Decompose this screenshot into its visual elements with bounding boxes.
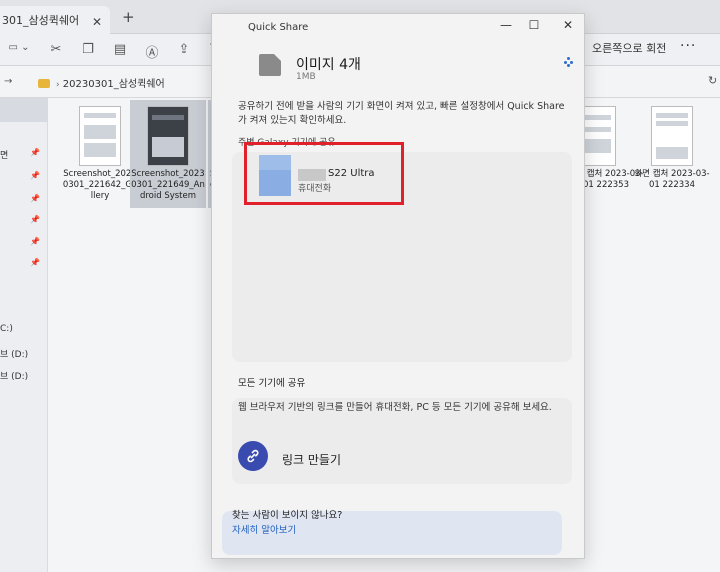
explorer-tab-title: 301_삼성퀵쉐어 — [2, 14, 80, 27]
explorer-tab[interactable]: 301_삼성퀵쉐어 ✕ — [0, 6, 110, 34]
file-item[interactable]: 화면 캡처 2023-03-01 222334 — [634, 100, 710, 208]
share-icon[interactable]: ⇪ — [176, 42, 192, 58]
copy-icon[interactable]: ❐ — [80, 42, 96, 58]
pin-icon: 📌 — [30, 258, 40, 267]
folder-icon — [38, 79, 50, 88]
nav-selected-item[interactable] — [0, 98, 48, 122]
image-thumbnail — [79, 106, 121, 166]
up-arrow-icon[interactable]: → — [4, 76, 12, 87]
refresh-icon[interactable]: ↻ — [708, 74, 717, 87]
help-question: 찾는 사람이 보이지 않나요? — [232, 510, 343, 521]
shared-file-name: 이미지 4개 — [296, 57, 361, 73]
tab-close-icon[interactable]: ✕ — [92, 15, 102, 29]
file-item[interactable]: Screenshot_20230301_221642_Gallery — [62, 100, 138, 208]
pin-icon: 📌 — [30, 215, 40, 224]
rotate-right-button[interactable]: 오른쪽으로 회전 — [592, 40, 666, 56]
minimize-button[interactable]: — — [498, 18, 514, 32]
file-name: 화면 캡처 2023-03-01 222334 — [634, 169, 710, 190]
close-button[interactable]: ✕ — [560, 18, 576, 32]
create-link-button[interactable] — [238, 441, 268, 471]
nav-drive-c[interactable]: C:) — [0, 324, 13, 334]
view-dropdown-icon[interactable]: ▭ ⌄ — [2, 42, 36, 58]
file-name: Screenshot_20230301_221649_Android Syste… — [131, 169, 205, 201]
window-title: Quick Share — [248, 22, 309, 33]
highlight-annotation — [244, 142, 404, 205]
file-icon — [259, 54, 281, 76]
pin-icon: 📌 — [30, 171, 40, 180]
quick-share-logo-icon — [564, 57, 574, 67]
quick-share-window: Quick Share — ☐ ✕ 이미지 4개 1MB 공유하기 전에 받을 … — [211, 13, 585, 559]
pin-icon: 📌 — [30, 194, 40, 203]
create-link-label[interactable]: 링크 만들기 — [282, 451, 341, 468]
rename-icon[interactable]: Ⓐ — [144, 42, 160, 61]
pin-icon: 📌 — [30, 148, 40, 157]
image-thumbnail — [651, 106, 693, 166]
instruction-text: 공유하기 전에 받을 사람의 기기 화면이 켜져 있고, 빠른 설정창에서 Qu… — [238, 101, 565, 126]
address-path[interactable]: → › 20230301_삼성퀵쉐어 — [4, 71, 232, 93]
address-text: 20230301_삼성퀵쉐어 — [62, 79, 165, 90]
all-devices-section-label: 모든 기기에 공유 — [238, 378, 306, 389]
image-thumbnail — [147, 106, 189, 166]
paste-icon[interactable]: ▤ — [112, 42, 128, 58]
cut-icon[interactable]: ✂ — [48, 42, 64, 58]
nav-item-label[interactable]: 면 — [0, 148, 8, 161]
nav-drive-d[interactable]: 브 (D:) — [0, 347, 28, 360]
file-name: Screenshot_20230301_221642_Gallery — [62, 169, 138, 201]
navigation-pane: 면 📌 📌 📌 📌 📌 📌 C:) 브 (D:) 브 (D:) — [0, 98, 48, 572]
new-tab-button[interactable]: + — [122, 8, 135, 26]
file-item-selected[interactable]: Screenshot_20230301_221649_Android Syste… — [130, 100, 206, 208]
link-icon — [247, 449, 259, 463]
maximize-button[interactable]: ☐ — [526, 18, 542, 32]
all-devices-description: 웹 브라우저 기반의 링크를 만들어 휴대전화, PC 등 모든 기기에 공유해… — [238, 402, 552, 413]
more-options-icon[interactable]: ··· — [680, 38, 696, 54]
nav-drive-d-2[interactable]: 브 (D:) — [0, 369, 28, 382]
pin-icon: 📌 — [30, 237, 40, 246]
shared-file-size: 1MB — [296, 72, 316, 82]
learn-more-link[interactable]: 자세히 알아보기 — [232, 522, 296, 536]
